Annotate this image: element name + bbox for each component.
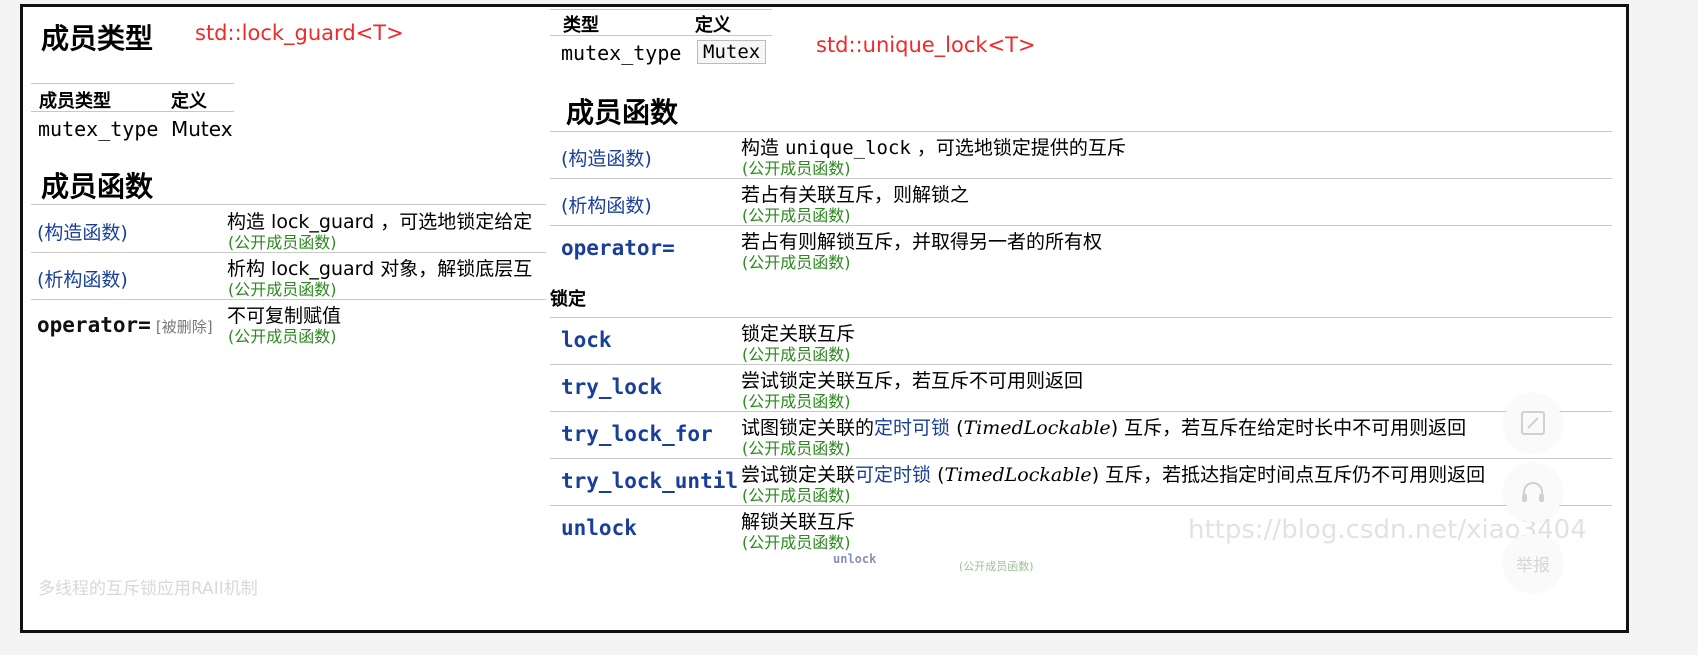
divider [550, 225, 1612, 226]
public-member-note: (公开成员函数) [742, 345, 851, 364]
public-member-note: (公开成员函数) [742, 159, 851, 178]
timed-lockable-link[interactable]: 可定时锁 [855, 464, 931, 486]
edit-icon[interactable] [1504, 394, 1562, 452]
try-lock-until-desc: 尝试锁定关联可定时锁 (TimedLockable) 互斥，若抵达指定时间点互斥… [741, 464, 1486, 486]
table-header-def: 定义 [171, 91, 207, 112]
try-lock-for-link[interactable]: try_lock_for [561, 422, 713, 446]
lock-link[interactable]: lock [561, 328, 612, 352]
divider [550, 35, 772, 36]
table-header-def: 定义 [695, 15, 731, 36]
locking-section-heading: 锁定 [550, 289, 586, 310]
public-member-note: (公开成员函数) [742, 486, 851, 505]
mutex-def-cell: Mutex [697, 40, 767, 64]
public-member-note: (公开成员函数) [228, 233, 337, 252]
divider [31, 111, 234, 112]
lock-guard-caption: std::lock_guard<T> [195, 21, 404, 45]
divider [31, 299, 546, 300]
operator-assign-label[interactable]: operator= [37, 313, 151, 337]
divider [550, 411, 1612, 412]
headset-icon[interactable] [1504, 464, 1562, 522]
deleted-tag: [被删除] [155, 318, 213, 336]
mutex-type-cell: mutex_type [38, 117, 159, 141]
divider [550, 317, 1612, 318]
constructor-link[interactable]: (构造函数) [561, 144, 652, 171]
report-label: 举报 [1516, 555, 1550, 576]
public-member-note: (公开成员函数) [228, 280, 337, 299]
member-types-heading: 成员类型 [41, 22, 154, 55]
public-member-note: (公开成员函数) [742, 253, 851, 272]
report-button[interactable]: 举报 [1504, 534, 1562, 592]
operator-assign-row: operator= [被删除] [37, 313, 213, 337]
member-functions-heading: 成员函数 [41, 170, 154, 203]
public-member-note: (公开成员函数) [228, 327, 337, 346]
divider [550, 505, 1612, 506]
ghost-unlock-text: unlock [833, 552, 877, 566]
divider [31, 252, 546, 253]
divider [550, 458, 1612, 459]
public-member-note: (公开成员函数) [742, 206, 851, 225]
divider [550, 178, 1612, 179]
public-member-note: (公开成员函数) [742, 439, 851, 458]
destructor-link[interactable]: (析构函数) [561, 191, 652, 218]
public-member-note: (公开成员函数) [742, 533, 851, 552]
public-member-note: (公开成员函数) [742, 392, 851, 411]
try-lock-link[interactable]: try_lock [561, 375, 662, 399]
divider [31, 204, 546, 205]
table-header-type: 类型 [563, 15, 599, 36]
divider [550, 131, 1612, 132]
mutex-def-cell: Mutex [171, 117, 233, 141]
screenshot-frame: 成员类型 std::lock_guard<T> 成员类型 定义 mutex_ty… [20, 4, 1629, 633]
unique-lock-caption: std::unique_lock<T> [816, 33, 1036, 57]
try-lock-until-link[interactable]: try_lock_until [561, 469, 738, 493]
timed-lockable-link[interactable]: 定时可锁 [874, 417, 950, 439]
mutex-type-cell: mutex_type [561, 41, 682, 65]
destructor-link[interactable]: (析构函数) [37, 265, 128, 292]
divider [31, 83, 234, 84]
member-functions-heading: 成员函数 [566, 96, 679, 129]
operator-assign-link[interactable]: operator= [561, 236, 675, 260]
ghost-public-note: (公开成员函数) [959, 560, 1034, 573]
table-header-type: 成员类型 [39, 91, 111, 112]
bottom-caption: 多线程的互斥锁应用RAII机制 [38, 579, 258, 599]
divider [550, 364, 1612, 365]
divider [550, 9, 772, 10]
unlock-link[interactable]: unlock [561, 516, 637, 540]
constructor-link[interactable]: (构造函数) [37, 218, 128, 245]
